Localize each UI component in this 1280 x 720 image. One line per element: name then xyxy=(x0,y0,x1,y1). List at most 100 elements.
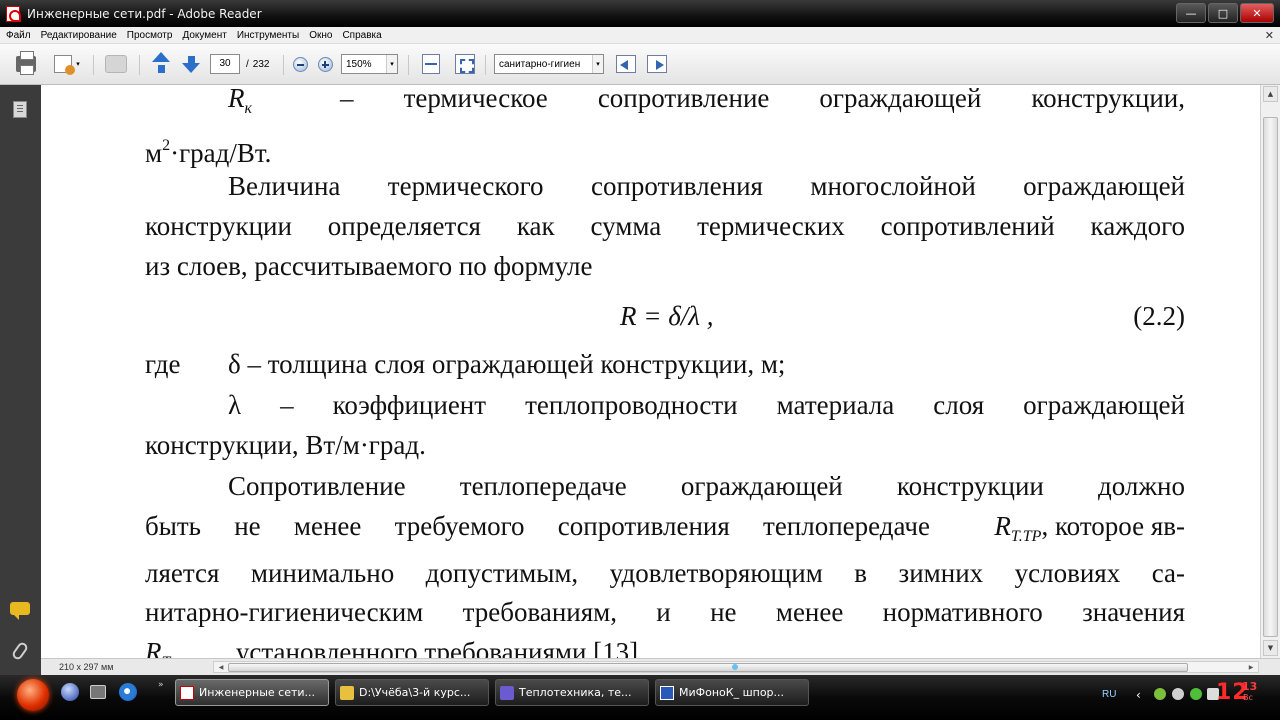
definition-line: λ – коэффициент теплопроводности материа… xyxy=(228,390,1185,420)
close-button[interactable]: ✕ xyxy=(1240,3,1274,23)
language-indicator[interactable]: RU xyxy=(1102,689,1116,700)
horizontal-scroll-thumb[interactable] xyxy=(228,663,1188,672)
symbol-r: R xyxy=(994,511,1011,541)
antivirus-icon[interactable] xyxy=(1172,688,1184,700)
text-line: Rк – термическое сопротивление ограждающ… xyxy=(145,85,1185,129)
hand-tool-button[interactable] xyxy=(103,53,129,75)
find-previous-button[interactable] xyxy=(614,53,638,75)
paragraph-line: Величина термического сопротивления мног… xyxy=(228,171,1185,201)
taskbar-button[interactable]: Теплотехника, те... xyxy=(495,679,649,706)
unit-text-rest: ·град/Вт. xyxy=(170,138,272,168)
paragraph-line: из слоев, рассчитываемого по формуле xyxy=(145,251,593,281)
scroll-left-icon[interactable]: ◀ xyxy=(215,662,227,672)
network-icon[interactable] xyxy=(1154,688,1166,700)
chevron-down-icon[interactable]: ▾ xyxy=(386,55,397,73)
subscript: к xyxy=(244,100,252,117)
clock-day: Вс xyxy=(1243,693,1253,702)
paragraph-line: ляется минимально допустимым, удовлетвор… xyxy=(145,558,1185,588)
maximize-button[interactable]: □ xyxy=(1208,3,1238,23)
menu-edit[interactable]: Редактирование xyxy=(36,30,122,41)
find-input[interactable]: санитарно-гигиен xyxy=(499,59,595,70)
window-controls: — □ ✕ xyxy=(1176,3,1274,23)
quicklaunch-desktop-icon[interactable] xyxy=(90,685,106,699)
toolbar-separator xyxy=(485,55,486,75)
vertical-scrollbar[interactable]: ▲ ▼ xyxy=(1260,85,1280,658)
page-count: / 232 xyxy=(246,53,269,75)
arrow-down-icon xyxy=(182,55,200,73)
print-button[interactable] xyxy=(14,51,38,75)
zoom-in-button[interactable] xyxy=(316,53,334,75)
zoom-out-icon xyxy=(292,56,308,72)
fit-page-button[interactable] xyxy=(454,53,476,75)
paragraph-line: быть не менее требуемого сопротивления т… xyxy=(145,506,1185,557)
delta-definition: δ – толщина слоя ограждающей конструкции… xyxy=(228,349,786,379)
internet-explorer-icon[interactable] xyxy=(119,683,137,701)
scroll-down-icon[interactable]: ▼ xyxy=(1263,640,1278,656)
next-page-button[interactable] xyxy=(180,53,202,75)
symbol-r: R xyxy=(145,637,162,658)
previous-page-button[interactable] xyxy=(150,52,172,75)
unit-text: м xyxy=(145,138,163,168)
page-number-input[interactable]: 30 xyxy=(210,54,240,74)
chevron-down-icon[interactable]: ▾ xyxy=(592,55,603,73)
paragraph-line: конструкции определяется как сумма терми… xyxy=(145,211,1185,241)
find-next-icon xyxy=(647,55,667,73)
menu-document[interactable]: Документ xyxy=(177,30,231,41)
find-next-button[interactable] xyxy=(645,53,669,75)
taskbar-button[interactable]: Инженерные сети... xyxy=(175,679,329,706)
fit-width-icon xyxy=(422,54,440,74)
menu-bar: Файл Редактирование Просмотр Документ Ин… xyxy=(0,27,1280,44)
share-button[interactable]: ▾ xyxy=(50,53,84,75)
definition-line: конструкции, Вт/м·град. xyxy=(145,430,426,460)
page-number-field[interactable]: 30 xyxy=(210,53,240,75)
zoom-value: 150% xyxy=(346,58,372,70)
share-dropdown-icon: ▾ xyxy=(76,60,80,68)
update-icon[interactable] xyxy=(1190,688,1202,700)
scroll-up-icon[interactable]: ▲ xyxy=(1263,86,1278,102)
menu-window[interactable]: Окно xyxy=(304,30,337,41)
word-icon xyxy=(660,685,674,700)
fit-page-icon xyxy=(455,54,475,74)
toolbar-separator xyxy=(408,55,409,75)
quicklaunch-app-icon[interactable] xyxy=(61,683,79,701)
taskbar-button-label: Инженерные сети... xyxy=(199,686,316,699)
printer-icon xyxy=(16,51,36,75)
zoom-select[interactable]: 150% ▾ xyxy=(341,53,398,75)
paragraph-line: RТ, установленного требованиями [13]. xyxy=(145,632,1185,658)
taskbar-button[interactable]: D:\Учёба\3-й курс... xyxy=(335,679,489,706)
taskbar-button-label: Теплотехника, те... xyxy=(519,686,632,699)
status-bar: 210 x 297 мм ◀ ▶ xyxy=(41,658,1280,675)
navigation-pane xyxy=(0,85,41,675)
menu-view[interactable]: Просмотр xyxy=(122,30,178,41)
show-hidden-icons-icon[interactable]: ‹ xyxy=(1136,688,1141,702)
document-icon xyxy=(500,685,514,700)
menu-help[interactable]: Справка xyxy=(337,30,386,41)
document-share-icon xyxy=(54,55,76,75)
pages-icon xyxy=(13,100,27,118)
comment-icon xyxy=(10,601,30,620)
menu-file[interactable]: Файл xyxy=(0,30,36,41)
title-bar: Инженерные сети.pdf - Adobe Reader — □ ✕ xyxy=(0,0,1280,27)
close-document-icon[interactable]: ✕ xyxy=(1265,29,1274,42)
minimize-button[interactable]: — xyxy=(1176,3,1206,23)
attachments-panel-button[interactable] xyxy=(10,640,30,662)
comments-panel-button[interactable] xyxy=(10,598,30,620)
paragraph-line: нитарно-гигиеническим требованиям, и не … xyxy=(145,597,1185,627)
menu-tools[interactable]: Инструменты xyxy=(232,30,304,41)
start-button[interactable] xyxy=(17,679,49,711)
taskbar-button-label: МиФоноК_ шпор... xyxy=(679,686,785,699)
taskbar-button[interactable]: МиФоноК_ шпор... xyxy=(655,679,809,706)
horizontal-scrollbar[interactable]: ◀ ▶ xyxy=(213,661,1259,673)
quicklaunch-more-icon[interactable]: » xyxy=(158,680,164,690)
formula-number: (2.2) xyxy=(1133,301,1185,331)
pages-panel-button[interactable] xyxy=(10,99,30,119)
scroll-thumb[interactable] xyxy=(1263,117,1278,637)
toolbar-separator xyxy=(283,55,284,75)
zoom-out-button[interactable] xyxy=(291,53,309,75)
scroll-right-icon[interactable]: ▶ xyxy=(1245,662,1257,672)
arrow-up-icon xyxy=(152,52,170,73)
find-select[interactable]: санитарно-гигиен ▾ xyxy=(494,53,604,75)
fit-width-button[interactable] xyxy=(420,53,442,75)
document-view[interactable]: Rк – термическое сопротивление ограждающ… xyxy=(41,85,1260,658)
paragraph-text: , установленного требованиями [13]. xyxy=(222,637,645,658)
